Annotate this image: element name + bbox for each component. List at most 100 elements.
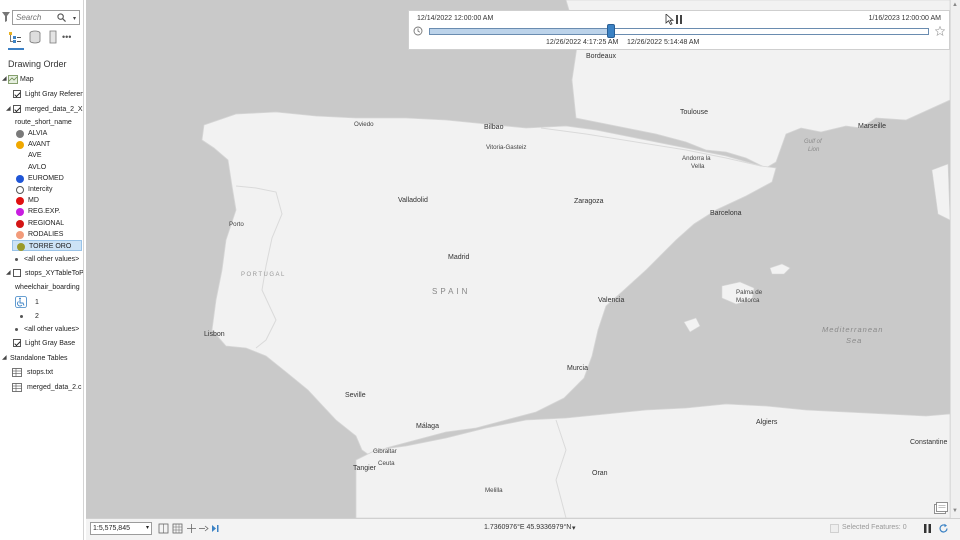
collapse-arrow-icon[interactable]: ◢: [2, 74, 7, 85]
fixed-zoom-icon[interactable]: [158, 523, 169, 534]
bookmark-star-icon[interactable]: [935, 26, 945, 36]
all-other-values-row[interactable]: <all other values>: [0, 254, 83, 265]
chevron-down-icon[interactable]: ▾: [572, 524, 576, 532]
all-other-values-label: <all other values>: [24, 326, 80, 333]
scale-value: 1:5,575,845: [93, 525, 130, 532]
time-slider[interactable]: 12/14/2022 12:00:00 AM 1/16/2023 12:00:0…: [408, 10, 950, 50]
symbol-class-item[interactable]: REG.EXP.: [0, 206, 83, 217]
symbol-label: TORRE ORO: [29, 243, 72, 250]
field-name-text: route_short_name: [15, 119, 72, 126]
symbol-class-item[interactable]: AVANT: [0, 139, 83, 150]
refresh-icon[interactable]: [938, 523, 949, 534]
toc-layer-light-gray-reference[interactable]: Light Gray Referen: [0, 89, 83, 100]
symbol-class-item[interactable]: AVE: [0, 150, 83, 161]
time-extent-start-label: 12/14/2022 12:00:00 AM: [417, 15, 494, 22]
city-label: Oran: [592, 470, 608, 477]
city-label: Málaga: [416, 423, 439, 430]
list-by-drawing-order-icon[interactable]: [8, 30, 22, 44]
symbol-swatch[interactable]: [16, 197, 24, 206]
city-label: Vella: [691, 163, 705, 170]
symbol-label: Intercity: [28, 186, 53, 193]
collapse-arrow-icon[interactable]: ◢: [6, 104, 11, 115]
toc-map-item[interactable]: ◢ Map: [0, 74, 83, 85]
city-label: Palma de: [736, 289, 763, 296]
symbol-class-item[interactable]: ALVIA: [0, 128, 83, 139]
symbol-class-item[interactable]: Intercity: [0, 184, 83, 195]
symbol-swatch[interactable]: [16, 186, 24, 194]
time-settings-icon[interactable]: [413, 26, 423, 36]
time-slider-track[interactable]: [429, 28, 929, 35]
symbol-class-item[interactable]: MD: [0, 195, 83, 206]
collapse-arrow-icon[interactable]: ◢: [2, 353, 7, 364]
filter-icon[interactable]: [2, 12, 10, 22]
toc-standalone-tables[interactable]: ◢ Standalone Tables: [0, 353, 83, 364]
list-by-selection-icon[interactable]: [46, 30, 60, 44]
wheelchair-value-1[interactable]: 1: [0, 296, 83, 309]
pause-drawing-icon[interactable]: [210, 523, 221, 534]
time-extent-end-label: 1/16/2023 12:00:00 AM: [868, 15, 941, 22]
symbol-swatch[interactable]: [16, 219, 24, 228]
list-by-data-source-icon[interactable]: [28, 30, 42, 44]
layer-visibility-checkbox[interactable]: [13, 105, 21, 113]
grid-icon[interactable]: [172, 523, 183, 534]
search-icon[interactable]: [57, 13, 66, 22]
symbol-swatch[interactable]: [17, 243, 25, 251]
pause-icon[interactable]: [675, 15, 683, 24]
time-slider-handle[interactable]: [607, 24, 615, 38]
more-options-icon[interactable]: •••: [62, 32, 76, 46]
symbol-label: AVLO: [28, 163, 47, 171]
all-other-values-row[interactable]: <all other values>: [0, 324, 83, 335]
symbol-class-item[interactable]: EUROMED: [0, 173, 83, 184]
symbol-swatch[interactable]: [16, 230, 24, 239]
symbol-class-item[interactable]: REGIONAL: [0, 218, 83, 229]
city-label: Toulouse: [680, 109, 709, 116]
table-icon: [12, 368, 22, 377]
toc-table-stops[interactable]: stops.txt: [0, 367, 83, 378]
symbol-class-item[interactable]: TORRE ORO: [12, 240, 82, 251]
search-box[interactable]: ▾: [12, 10, 80, 25]
toc-layer-stops[interactable]: ◢ stops_XYTableToP: [0, 268, 84, 279]
corsica-landmass: [931, 163, 950, 221]
water-label: Lion: [808, 147, 820, 153]
search-input[interactable]: [13, 11, 59, 24]
scroll-down-icon[interactable]: ▼: [952, 508, 958, 514]
layer-label: merged_data_2_X: [25, 106, 83, 113]
symbol-label: REGIONAL: [28, 219, 65, 227]
wheelchair-value-2[interactable]: 2: [0, 311, 83, 322]
current-time-start-label: 12/26/2022 4:17:25 AM: [546, 39, 619, 46]
chevron-down-icon[interactable]: ▾: [73, 15, 76, 22]
layer-visibility-checkbox[interactable]: [13, 339, 21, 347]
chevron-down-icon[interactable]: ▾: [146, 523, 149, 534]
navigation-icon[interactable]: [186, 523, 197, 534]
value-label: 2: [35, 313, 39, 320]
city-label: Porto: [229, 221, 244, 228]
collapse-arrow-icon[interactable]: ◢: [6, 268, 11, 279]
table-label: stops.txt: [27, 369, 54, 376]
city-label: Bilbao: [484, 124, 504, 131]
toc-layer-light-gray-base[interactable]: Light Gray Base: [0, 338, 83, 349]
scroll-up-icon[interactable]: ▲: [952, 2, 958, 8]
catalog-icon[interactable]: [934, 502, 948, 514]
selected-features-count: Selected Features: 0: [842, 524, 907, 531]
symbol-swatch[interactable]: [16, 130, 24, 138]
symbol-swatch[interactable]: [16, 174, 24, 183]
ibiza-landmass: [683, 317, 701, 333]
snapping-icon[interactable]: [198, 523, 209, 534]
layer-visibility-checkbox[interactable]: [13, 90, 21, 98]
symbol-class-item[interactable]: AVLO: [0, 162, 83, 173]
layer-label: stops_XYTableToP: [25, 270, 84, 277]
symbol-swatch[interactable]: [16, 208, 24, 217]
scale-selector[interactable]: 1:5,575,845 ▾: [90, 522, 152, 535]
symbol-swatch[interactable]: [16, 141, 24, 150]
time-slider-fill: [430, 29, 612, 34]
wheelchair-field-label: wheelchair_boarding: [0, 282, 83, 293]
value-label: 1: [35, 299, 39, 306]
toc-layer-merged-data[interactable]: ◢ merged_data_2_X: [0, 104, 83, 115]
pause-icon[interactable]: [922, 523, 933, 534]
symbol-label: AVANT: [28, 141, 51, 149]
vertical-scrollbar[interactable]: ▲ ▼: [950, 0, 960, 518]
symbol-class-item[interactable]: RODALIES: [0, 229, 83, 240]
toc-table-merged-data[interactable]: merged_data_2.c: [0, 382, 83, 393]
layer-visibility-checkbox[interactable]: [13, 269, 21, 277]
map-view[interactable]: Bordeaux Toulouse Marseille Oviedo Bilbao Vit…: [86, 0, 950, 518]
